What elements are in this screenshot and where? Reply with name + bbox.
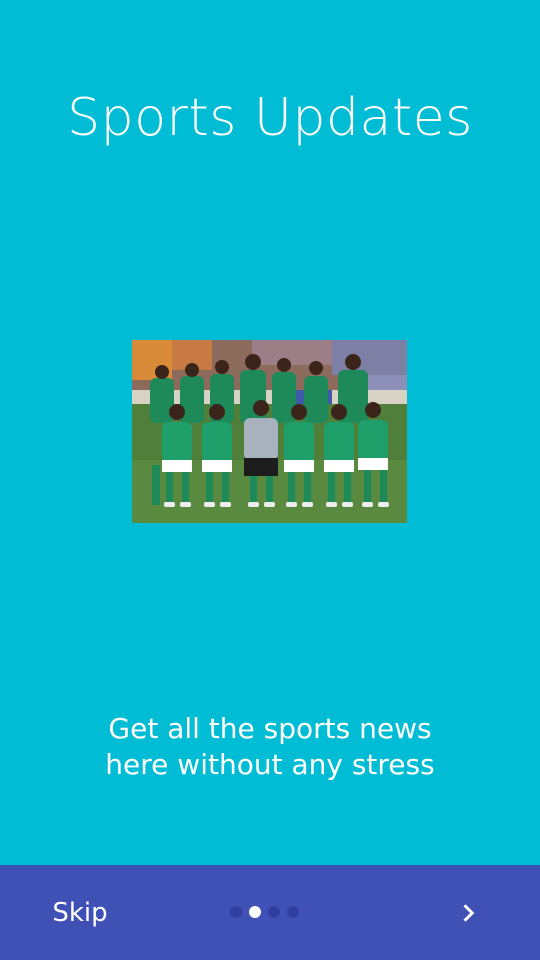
page-dot-4 [287,906,299,918]
description-line-1: Get all the sports news [108,712,432,745]
page-dot-1 [230,906,242,918]
page-dot-2 [249,906,261,918]
page-indicator [230,906,310,918]
team-photo [132,340,407,523]
slide-description: Get all the sports news here without any… [40,711,500,783]
intro-slide: Sports Updates Get all the sports news h… [0,0,540,865]
page-dot-3 [268,906,280,918]
next-button[interactable] [445,889,493,937]
description-line-2: here without any stress [105,748,435,781]
chevron-right-icon [463,904,475,922]
onboarding-nav-bar: Skip [0,865,540,960]
slide-title: Sports Updates [67,88,473,148]
skip-button[interactable]: Skip [30,887,130,939]
